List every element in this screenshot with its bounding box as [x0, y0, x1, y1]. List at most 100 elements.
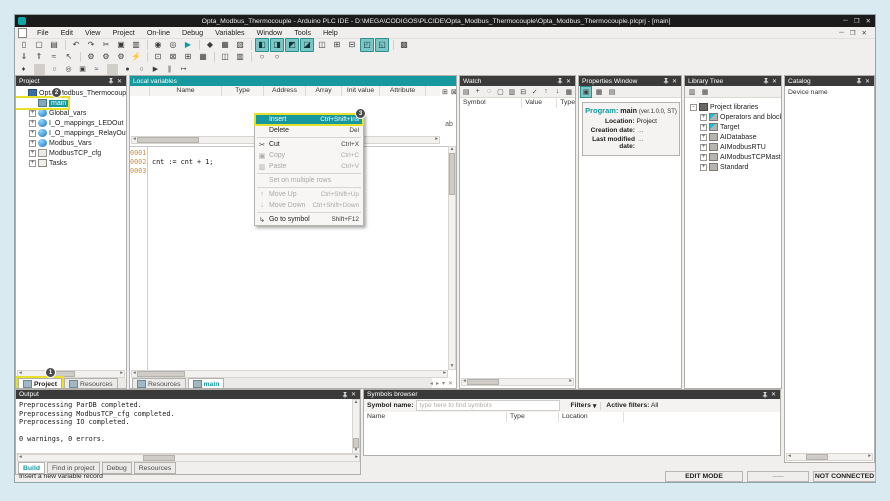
- menu-file[interactable]: File: [31, 28, 55, 37]
- watch-body[interactable]: [460, 108, 575, 378]
- lib-project-libraries[interactable]: - Project libraries: [687, 102, 758, 112]
- expander-icon[interactable]: +: [700, 164, 707, 171]
- scroll-thumb[interactable]: [143, 455, 175, 461]
- lib-standard[interactable]: + Standard: [687, 162, 748, 172]
- tab-resources[interactable]: Resources: [64, 378, 118, 389]
- pin-icon[interactable]: [761, 77, 770, 85]
- close-icon[interactable]: ✕: [769, 391, 778, 399]
- toggle-oscilloscope-window[interactable]: ◰: [360, 38, 374, 52]
- scroll-down-icon[interactable]: ▾: [450, 364, 455, 370]
- tab-lv-main[interactable]: main: [188, 378, 225, 389]
- upload-from-plc[interactable]: ⇑: [32, 50, 46, 64]
- scroll-thumb[interactable]: [137, 137, 199, 143]
- editor-vscrollbar[interactable]: ▴ ▾: [448, 146, 456, 370]
- properties-view[interactable]: ▣: [580, 86, 592, 98]
- tree-modbustcp-cfg[interactable]: + ModbusTCP_cfg: [16, 148, 101, 158]
- catalog-hscrollbar[interactable]: ◂ ▸: [786, 453, 873, 461]
- output-hscrollbar[interactable]: ◂ ▸: [17, 454, 360, 462]
- scroll-thumb[interactable]: [806, 454, 828, 460]
- export-objects[interactable]: ⊠: [166, 50, 180, 64]
- graphic-trigger-tool[interactable]: ≈: [90, 63, 103, 76]
- watch-layout[interactable]: ▤: [461, 86, 471, 98]
- expander-icon[interactable]: +: [700, 154, 707, 161]
- window-tile[interactable]: ▥: [233, 50, 247, 64]
- expander-icon[interactable]: +: [700, 114, 707, 121]
- expander-icon[interactable]: +: [29, 140, 36, 147]
- window-cascade[interactable]: ◫: [218, 50, 232, 64]
- symbols-col-name[interactable]: Name: [364, 412, 507, 422]
- tree-io-mappings-relayout[interactable]: + I_O_mappings_RelayOut: [16, 128, 126, 138]
- editor-hscrollbar[interactable]: ◂ ▸: [131, 370, 448, 378]
- close-icon[interactable]: ✕: [349, 391, 358, 399]
- tree-global-vars[interactable]: + Global_vars: [16, 108, 86, 118]
- expander-icon[interactable]: +: [29, 160, 36, 167]
- watch-hscrollbar[interactable]: ◂ ▸: [461, 378, 574, 386]
- expander-icon[interactable]: +: [700, 144, 707, 151]
- grid-view-icon[interactable]: ⊞: [441, 86, 449, 98]
- expander-icon[interactable]: +: [29, 120, 36, 127]
- ctx-go-to-symbol[interactable]: ↳ Go to symbol Shift+F12: [255, 214, 363, 225]
- scroll-thumb[interactable]: [353, 438, 359, 448]
- lib-target[interactable]: + Target: [687, 122, 739, 132]
- scroll-thumb[interactable]: [467, 379, 499, 385]
- watch-open-list[interactable]: ▢: [495, 86, 505, 98]
- menu-edit[interactable]: Edit: [55, 28, 79, 37]
- mdi-minimize-icon[interactable]: ─: [839, 29, 844, 37]
- menu-online[interactable]: On-line: [141, 28, 176, 37]
- scroll-right-icon[interactable]: ▸: [867, 454, 872, 460]
- col-name[interactable]: Name: [150, 86, 222, 96]
- close-icon[interactable]: ✕: [564, 77, 573, 85]
- watch-move-up[interactable]: ↑: [541, 86, 551, 98]
- symbols-col-type[interactable]: Type: [507, 412, 559, 422]
- watch-export[interactable]: ⊟: [518, 86, 528, 98]
- ctx-copy[interactable]: ▣ Copy Ctrl+C: [255, 150, 363, 161]
- menu-variables[interactable]: Variables: [209, 28, 250, 37]
- watch-window-tool[interactable]: ○: [48, 63, 61, 76]
- close-icon[interactable]: ✕: [866, 17, 871, 25]
- toggle-watch-window[interactable]: ◩: [285, 38, 299, 52]
- tab-project[interactable]: Project: [18, 378, 62, 389]
- tab-next-icon[interactable]: ▸: [436, 380, 439, 387]
- import-objects[interactable]: ⊡: [151, 50, 165, 64]
- generate-code[interactable]: ⚙: [114, 50, 128, 64]
- run[interactable]: ▶: [149, 63, 162, 76]
- download-code[interactable]: ⚡: [129, 50, 143, 64]
- close-icon[interactable]: ✕: [863, 77, 872, 85]
- col-address[interactable]: Address: [264, 86, 306, 96]
- connection-status[interactable]: ○: [255, 50, 269, 64]
- expander-icon[interactable]: +: [29, 150, 36, 157]
- lib-aidatabase[interactable]: + AIDatabase: [687, 132, 757, 142]
- tab-close-icon[interactable]: ✕: [448, 380, 453, 387]
- col-attribute[interactable]: Attribute: [380, 86, 426, 96]
- tree-modbus-vars[interactable]: + Modbus_Vars: [16, 138, 92, 148]
- scroll-left-icon[interactable]: ◂: [787, 454, 792, 460]
- ctx-move-up[interactable]: ↑ Move Up Ctrl+Shift+Up: [255, 189, 363, 200]
- project-hscrollbar[interactable]: ◂ ▸: [17, 370, 125, 378]
- tab-prev-icon[interactable]: ◂: [430, 380, 433, 387]
- library-sort[interactable]: ▥: [686, 86, 698, 98]
- scroll-left-icon[interactable]: ◂: [18, 455, 23, 461]
- tree-tasks[interactable]: + Tasks: [16, 158, 67, 168]
- output-vscrollbar[interactable]: ▴ ▾: [352, 399, 360, 454]
- col-init-value[interactable]: Init value: [342, 86, 380, 96]
- col-array[interactable]: Array: [306, 86, 342, 96]
- pause[interactable]: ∥: [163, 63, 176, 76]
- scroll-right-icon[interactable]: ▸: [354, 455, 359, 461]
- ctx-set-multiple-rows[interactable]: Set on multiple rows: [255, 175, 363, 186]
- watch-properties[interactable]: ▦: [564, 86, 574, 98]
- scroll-right-icon[interactable]: ▸: [119, 371, 124, 377]
- scroll-down-icon[interactable]: ▾: [354, 448, 359, 454]
- scroll-right-icon[interactable]: ▸: [568, 379, 573, 385]
- watch-col-type[interactable]: Type: [557, 98, 575, 108]
- maximize-icon[interactable]: ❐: [854, 17, 860, 25]
- minimize-icon[interactable]: ─: [843, 17, 848, 25]
- symbols-body[interactable]: [364, 422, 780, 456]
- toggle-catalog-window[interactable]: ⊟: [345, 38, 359, 52]
- watch-col-symbol[interactable]: Symbol: [460, 98, 522, 108]
- tab-list-icon[interactable]: ▾: [442, 380, 445, 387]
- ctx-cut[interactable]: ✂ Cut Ctrl+X: [255, 139, 363, 150]
- watch-save-list[interactable]: ▥: [507, 86, 517, 98]
- single-step[interactable]: ↦: [177, 63, 190, 76]
- menu-help[interactable]: Help: [317, 28, 344, 37]
- menu-debug[interactable]: Debug: [176, 28, 209, 37]
